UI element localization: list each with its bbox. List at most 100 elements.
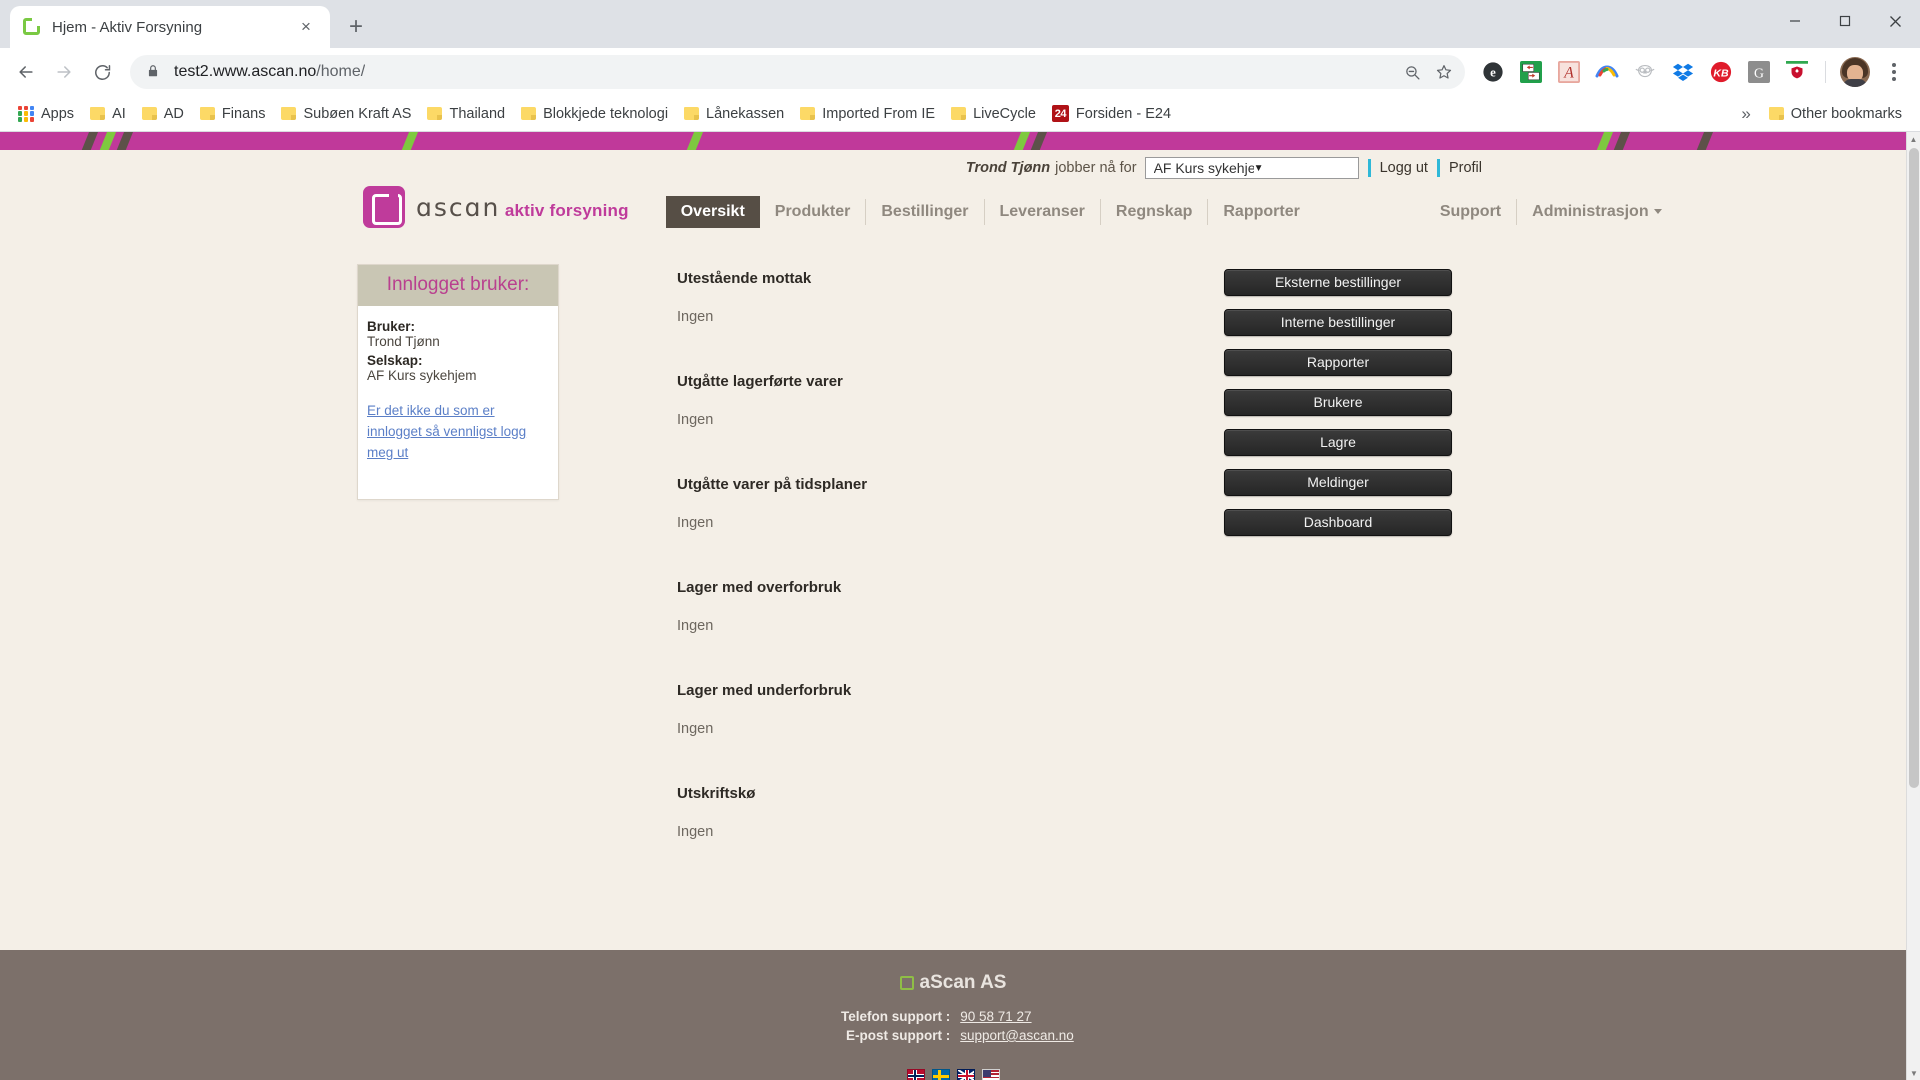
bookmark-label: LiveCycle	[973, 105, 1036, 122]
site-logo[interactable]: ɑscɑn aktiv forsyning	[363, 186, 629, 228]
close-window-button[interactable]	[1870, 0, 1920, 42]
google-arts-extension-icon[interactable]	[1592, 57, 1622, 87]
profile-avatar[interactable]	[1840, 57, 1870, 87]
language-flags	[0, 1069, 1906, 1080]
nav-item-bestillinger[interactable]: Bestillinger	[866, 196, 983, 228]
bookmark-blokkjede-teknologi[interactable]: Blokkjede teknologi	[513, 102, 676, 126]
bookmark-thailand[interactable]: Thailand	[419, 102, 513, 126]
svg-text:KB: KB	[1713, 68, 1729, 80]
page-viewport: Trond Tjønn jobber nå for AF Kurs sykehj…	[0, 132, 1920, 1080]
bookmark-other-bookmarks[interactable]: Other bookmarks	[1761, 102, 1910, 126]
button-meldinger[interactable]: Meldinger	[1224, 469, 1452, 496]
company-select[interactable]: AF Kurs sykehjem ▼	[1144, 157, 1359, 179]
scroll-down-icon[interactable]: ▼	[1907, 1066, 1920, 1080]
ascan-logo-icon	[363, 186, 405, 228]
nav-item-support[interactable]: Support	[1425, 196, 1516, 228]
window-controls	[1770, 0, 1920, 48]
back-arrow-icon[interactable]	[8, 54, 44, 90]
flag-sweden-icon[interactable]	[931, 1069, 950, 1080]
bookmark-suboen-kraft-as[interactable]: Subøen Kraft AS	[273, 102, 419, 126]
bookmark-finans[interactable]: Finans	[192, 102, 274, 126]
owl-extension-icon[interactable]	[1630, 57, 1660, 87]
reload-icon[interactable]	[84, 54, 120, 90]
snagit-extension-icon[interactable]	[1516, 57, 1546, 87]
bookmark-imported-from-ie[interactable]: Imported From IE	[792, 102, 943, 126]
flag-uk-icon[interactable]	[956, 1069, 975, 1080]
ascan-square-icon	[22, 17, 42, 37]
bookmark-label: AI	[112, 105, 126, 122]
bookmarks-bar: Apps AI AD Finans Subøen Kraft AS Thaila…	[0, 96, 1920, 132]
overview-item-value: Ingen	[677, 412, 714, 428]
nav-item-administrasjon[interactable]: Administrasjon	[1517, 196, 1676, 228]
nav-item-regnskap[interactable]: Regnskap	[1101, 196, 1207, 228]
bookmark-lanekassen[interactable]: Lånekassen	[676, 102, 792, 126]
footer-brand-name: aScan AS	[919, 972, 1007, 993]
page-scrollbar[interactable]: ▲ ▼	[1906, 132, 1920, 1080]
nav-item-leveranser[interactable]: Leveranser	[985, 196, 1100, 228]
button-eksterne-bestillinger[interactable]: Eksterne bestillinger	[1224, 269, 1452, 296]
button-lagre[interactable]: Lagre	[1224, 429, 1452, 456]
svg-text:A: A	[1563, 65, 1574, 82]
adobe-acrobat-extension-icon[interactable]: A	[1554, 57, 1584, 87]
bookmark-livecycle[interactable]: LiveCycle	[943, 102, 1044, 126]
bookmark-label: Thailand	[449, 105, 506, 122]
browser-toolbar: test2.www.ascan.no/home/ e A KB G	[0, 48, 1920, 96]
folder-icon	[521, 107, 537, 120]
scrollbar-thumb[interactable]	[1909, 148, 1919, 788]
logout-link[interactable]: Logg ut	[1380, 160, 1428, 176]
folder-icon	[281, 107, 297, 120]
button-brukere[interactable]: Brukere	[1224, 389, 1452, 416]
bookmark-apps[interactable]: Apps	[10, 102, 82, 126]
nav-item-label: Administrasjon	[1532, 203, 1649, 220]
close-tab-icon[interactable]: ×	[294, 15, 318, 39]
session-bar-text: jobber nå for	[1055, 160, 1137, 176]
not-you-logout-link[interactable]: Er det ikke du som er innlogget så vennl…	[367, 401, 549, 464]
bookmarks-overflow-icon[interactable]: »	[1731, 104, 1760, 124]
star-icon[interactable]	[1429, 57, 1459, 87]
overview-item: Lager med overforbruk Ingen	[677, 579, 1224, 634]
evernote-extension-icon[interactable]: e	[1478, 57, 1508, 87]
flag-usa-icon[interactable]	[981, 1069, 1000, 1080]
button-interne-bestillinger[interactable]: Interne bestillinger	[1224, 309, 1452, 336]
bookmark-ad[interactable]: AD	[134, 102, 192, 126]
forward-arrow-icon[interactable]	[46, 54, 82, 90]
kb-extension-icon[interactable]: KB	[1706, 57, 1736, 87]
decorative-ribbon	[0, 132, 1906, 150]
flag-norway-icon[interactable]	[906, 1069, 925, 1080]
folder-icon	[141, 107, 157, 120]
lock-icon	[146, 64, 162, 80]
e24-icon: 24	[1051, 105, 1069, 122]
minimize-window-button[interactable]	[1770, 0, 1820, 42]
folder-icon	[199, 107, 215, 120]
nav-item-produkter[interactable]: Produkter	[760, 196, 866, 228]
nav-item-oversikt[interactable]: Oversikt	[665, 196, 760, 228]
bookmark-label: Apps	[41, 105, 75, 122]
bookmark-label: AD	[163, 105, 184, 122]
grammarly-extension-icon[interactable]: G	[1744, 57, 1774, 87]
overview-item: Utgåtte varer på tidsplaner Ingen	[677, 476, 1224, 531]
bookmark-ai[interactable]: AI	[82, 102, 134, 126]
mcafee-extension-icon[interactable]	[1782, 57, 1812, 87]
footer-phone-link[interactable]: 90 58 71 27	[960, 1009, 1031, 1024]
button-dashboard[interactable]: Dashboard	[1224, 509, 1452, 536]
user-value: Trond Tjønn	[367, 334, 440, 349]
footer-brand: aScan AS	[0, 972, 1906, 994]
address-bar[interactable]: test2.www.ascan.no/home/	[130, 55, 1465, 89]
new-tab-button[interactable]: +	[338, 9, 374, 45]
zoom-out-icon[interactable]	[1397, 57, 1427, 87]
nav-item-rapporter[interactable]: Rapporter	[1208, 196, 1314, 228]
bookmark-forsiden-e24[interactable]: 24 Forsiden - E24	[1044, 101, 1179, 126]
overview-item-title: Lager med overforbruk	[677, 579, 842, 596]
dropbox-extension-icon[interactable]	[1668, 57, 1698, 87]
scroll-up-icon[interactable]: ▲	[1907, 132, 1920, 146]
maximize-window-button[interactable]	[1820, 0, 1870, 42]
browser-tab[interactable]: Hjem - Aktiv Forsyning ×	[10, 6, 330, 48]
footer-email-link[interactable]: support@ascan.no	[960, 1028, 1074, 1043]
tab-strip: Hjem - Aktiv Forsyning × +	[0, 0, 1920, 48]
user-card-heading: Innlogget bruker:	[358, 265, 558, 306]
profile-link[interactable]: Profil	[1449, 160, 1482, 176]
overview-item-title: Utskriftskø	[677, 785, 756, 802]
three-dot-menu-icon[interactable]	[1876, 54, 1912, 90]
button-rapporter[interactable]: Rapporter	[1224, 349, 1452, 376]
overview-item: Utskriftskø Ingen	[677, 785, 1224, 840]
